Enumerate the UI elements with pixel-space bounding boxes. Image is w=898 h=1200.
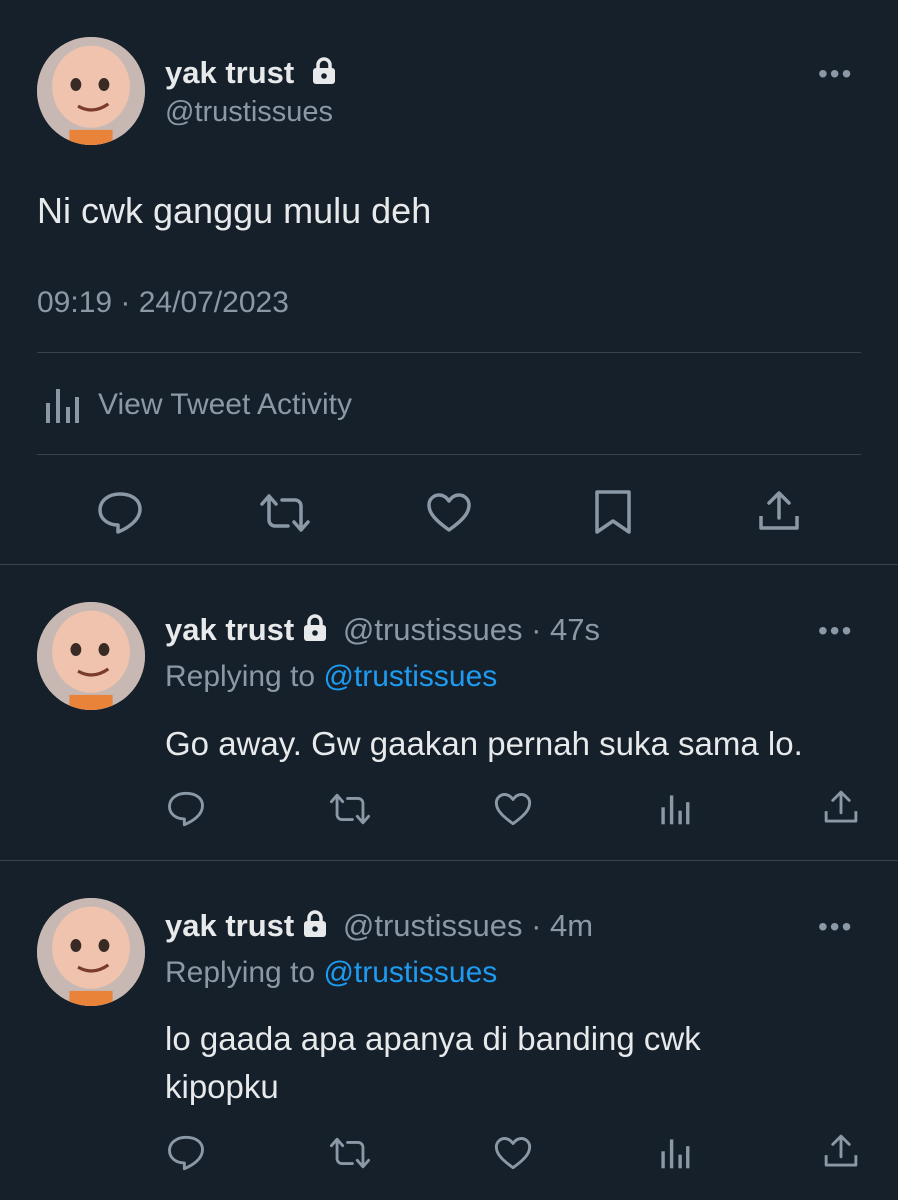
more-icon[interactable]: ••• bbox=[818, 615, 853, 647]
handle[interactable]: @trustissues bbox=[343, 612, 523, 647]
view-tweet-activity-button[interactable]: View Tweet Activity bbox=[42, 385, 352, 425]
retweet-icon[interactable] bbox=[328, 792, 372, 826]
reply-header: yak trust @trustissues · 4m bbox=[165, 908, 593, 947]
heart-icon[interactable] bbox=[493, 792, 533, 827]
reply-text-line: kipopku bbox=[165, 1068, 279, 1105]
display-name[interactable]: yak trust bbox=[165, 55, 337, 94]
bookmark-icon[interactable] bbox=[592, 488, 634, 536]
replying-to: Replying to @trustissues bbox=[165, 956, 497, 990]
share-icon[interactable] bbox=[822, 788, 860, 826]
replying-to-label: Replying to bbox=[165, 956, 316, 989]
display-name[interactable]: yak trust bbox=[165, 612, 294, 647]
reply-time[interactable]: · 4m bbox=[531, 908, 593, 943]
avatar[interactable] bbox=[37, 37, 145, 145]
divider bbox=[37, 352, 861, 353]
analytics-icon bbox=[42, 385, 82, 425]
replying-to-label: Replying to bbox=[165, 660, 316, 693]
replying-to: Replying to @trustissues bbox=[165, 660, 497, 694]
reply-header: yak trust @trustissues · 47s bbox=[165, 612, 600, 651]
reply-text-line: lo gaada apa apanya di banding cwk bbox=[165, 1020, 701, 1057]
handle[interactable]: @trustissues bbox=[165, 96, 333, 129]
lock-icon bbox=[302, 613, 328, 651]
reply-time[interactable]: · 47s bbox=[531, 612, 600, 647]
tweet-timestamp[interactable]: 09:19 · 24/07/2023 bbox=[37, 286, 289, 320]
more-icon[interactable]: ••• bbox=[818, 58, 853, 90]
handle[interactable]: @trustissues bbox=[343, 908, 523, 943]
avatar[interactable] bbox=[37, 898, 145, 1006]
analytics-icon[interactable] bbox=[658, 1136, 692, 1170]
lock-icon bbox=[302, 909, 328, 947]
retweet-icon[interactable] bbox=[328, 1136, 372, 1170]
share-icon[interactable] bbox=[822, 1132, 860, 1170]
lock-icon bbox=[311, 56, 337, 94]
replying-to-handle[interactable]: @trustissues bbox=[323, 660, 497, 693]
share-icon[interactable] bbox=[756, 488, 802, 534]
reply-icon[interactable] bbox=[166, 1134, 206, 1172]
view-tweet-activity-label: View Tweet Activity bbox=[98, 388, 353, 421]
reply-icon[interactable] bbox=[96, 490, 144, 536]
heart-icon[interactable] bbox=[425, 492, 473, 534]
heart-icon[interactable] bbox=[493, 1136, 533, 1171]
divider bbox=[0, 860, 898, 861]
divider bbox=[0, 564, 898, 565]
display-name-text: yak trust bbox=[165, 55, 295, 90]
tweet-text: Ni cwk ganggu mulu deh bbox=[37, 190, 432, 231]
more-icon[interactable]: ••• bbox=[818, 911, 853, 943]
retweet-icon[interactable] bbox=[258, 492, 312, 534]
replying-to-handle[interactable]: @trustissues bbox=[323, 956, 497, 989]
analytics-icon[interactable] bbox=[658, 792, 692, 826]
reply-icon[interactable] bbox=[166, 790, 206, 828]
display-name[interactable]: yak trust bbox=[165, 908, 294, 943]
divider bbox=[37, 454, 861, 455]
reply-text: Go away. Gw gaakan pernah suka sama lo. bbox=[165, 725, 803, 762]
avatar[interactable] bbox=[37, 602, 145, 710]
